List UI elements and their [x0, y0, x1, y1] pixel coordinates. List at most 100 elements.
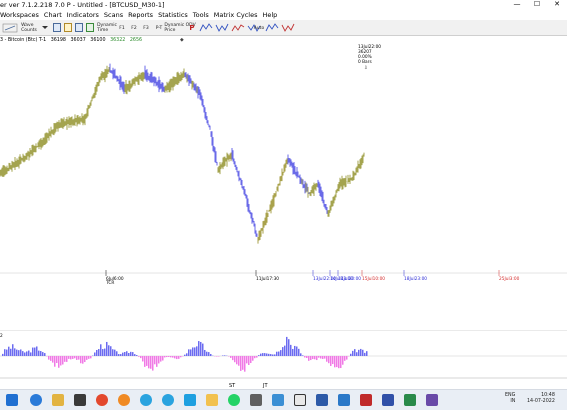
maximize-button[interactable]: ☐: [527, 0, 547, 10]
firefox-icon[interactable]: [118, 394, 130, 406]
app-icon[interactable]: [272, 394, 284, 406]
app-icon[interactable]: [184, 394, 196, 406]
pt-button[interactable]: P-T: [153, 21, 165, 35]
menu-statistics[interactable]: Statistics: [158, 11, 193, 19]
telegram-icon[interactable]: [162, 394, 174, 406]
quote-value: 36037: [70, 38, 86, 43]
histogram-bar: [168, 356, 170, 357]
price-chart[interactable]: 6Jul6:00TCR11Jul17:30 13Jul22:0014Jul13:0…: [0, 44, 567, 334]
auto-button[interactable]: Auto: [253, 21, 265, 35]
close-button[interactable]: ✕: [547, 0, 567, 10]
app-icon[interactable]: [294, 394, 306, 406]
menu-matrix-cycles[interactable]: Matrix Cycles: [214, 11, 263, 19]
histogram-bar: [114, 349, 116, 356]
wave-pattern-icon[interactable]: [215, 22, 229, 33]
save-icon[interactable]: [75, 23, 83, 32]
app-icon[interactable]: [404, 394, 416, 406]
histogram-bar: [180, 356, 182, 358]
histogram-bar: [290, 344, 292, 356]
folder-icon[interactable]: [64, 23, 72, 32]
histogram-bar: [298, 348, 300, 356]
chrome-icon[interactable]: [96, 394, 108, 406]
quote-value: 36100: [90, 38, 106, 43]
wave-pattern-icon[interactable]: [231, 22, 245, 33]
histogram-bar: [304, 356, 306, 358]
calculator-icon[interactable]: [250, 394, 262, 406]
tray-language[interactable]: ENG IN: [505, 393, 515, 405]
histogram-bar: [338, 356, 340, 369]
whatsapp-icon[interactable]: [228, 394, 240, 406]
histogram-bar: [360, 348, 362, 356]
histogram-bar: [156, 356, 158, 367]
histogram-bar: [234, 356, 236, 363]
histogram-bar: [178, 356, 180, 359]
histogram-bar: [362, 349, 364, 356]
pt-label: P-T: [155, 25, 163, 31]
f3-button[interactable]: F3: [141, 21, 151, 35]
menu-indicators[interactable]: Indicators: [67, 11, 104, 19]
menu-workspaces[interactable]: Workspaces: [0, 11, 44, 19]
edge-browser-icon[interactable]: [30, 394, 42, 406]
time-sublabel: TCR: [105, 280, 114, 286]
minimize-button[interactable]: —: [507, 0, 527, 10]
histogram-bar: [346, 356, 348, 360]
wave-pattern-icon[interactable]: [265, 22, 279, 33]
chart-type-button[interactable]: [2, 21, 18, 35]
histogram-bar: [170, 356, 172, 358]
menu-reports[interactable]: Reports: [128, 11, 158, 19]
f2-button[interactable]: F2: [129, 21, 139, 35]
dropdown-arrow-icon[interactable]: [41, 23, 49, 32]
wave-counts-button[interactable]: Wave Counts: [21, 21, 37, 35]
document-icon[interactable]: [53, 23, 61, 32]
histogram-bar: [62, 356, 64, 365]
histogram-bar: [10, 348, 12, 356]
histogram-bar: [96, 349, 98, 356]
telegram-icon[interactable]: [140, 394, 152, 406]
menu-help[interactable]: Help: [262, 11, 282, 19]
sticky-notes-icon[interactable]: [206, 394, 218, 406]
price-info-bars: 0 Bars: [358, 59, 372, 65]
app-icon[interactable]: [74, 394, 86, 406]
pane-marker: 0: [79, 330, 82, 331]
wave-pattern-icon[interactable]: [281, 22, 295, 33]
histogram-bar: [94, 352, 96, 356]
histogram-bar: [52, 356, 54, 363]
histogram-bar: [144, 356, 146, 367]
histogram-bar: [198, 341, 200, 356]
menu-chart[interactable]: Chart: [44, 11, 67, 19]
time-label: 25Jul3:00: [499, 276, 520, 282]
histogram-bar: [16, 349, 18, 356]
histogram-bar: [196, 346, 198, 356]
app-icon[interactable]: [426, 394, 438, 406]
app-icon[interactable]: [316, 394, 328, 406]
settings-icon[interactable]: ◆: [180, 37, 184, 44]
histogram-bar: [292, 348, 294, 356]
tray-clock[interactable]: 10:48 14-07-2022: [527, 393, 555, 405]
file-explorer-icon[interactable]: [52, 394, 64, 406]
app-icon[interactable]: [338, 394, 350, 406]
app-icon[interactable]: [382, 394, 394, 406]
menu-scans[interactable]: Scans: [104, 11, 128, 19]
wave-pattern-icon[interactable]: [199, 22, 213, 33]
app-icon[interactable]: [360, 394, 372, 406]
chart-icon[interactable]: [86, 23, 94, 32]
tray-language-label: ENG IN: [505, 393, 516, 404]
histogram-bar: [130, 351, 132, 356]
histogram-bar: [278, 351, 280, 356]
histogram-bar: [288, 339, 290, 356]
p-button[interactable]: P: [187, 21, 197, 35]
time-label: 18Jul23:00: [404, 276, 427, 282]
start-windows-icon[interactable]: [6, 394, 18, 406]
down-arrow-icon: ⇩: [364, 65, 368, 71]
histogram-bar: [106, 341, 108, 356]
histogram-bar: [258, 355, 260, 356]
f1-button[interactable]: F1: [117, 21, 127, 35]
histogram-bar: [128, 352, 130, 356]
menu-tools[interactable]: Tools: [193, 11, 214, 19]
quote-bar: 3 - Bitcoin (Btc) T-1 36198 36037 36100 …: [0, 37, 567, 44]
histogram-bar: [140, 356, 142, 359]
histogram-bar: [238, 356, 240, 366]
histogram-bar: [36, 346, 38, 356]
histogram-bar: [164, 356, 166, 358]
dynamic-time-button[interactable]: Dynamic Time: [97, 21, 117, 35]
